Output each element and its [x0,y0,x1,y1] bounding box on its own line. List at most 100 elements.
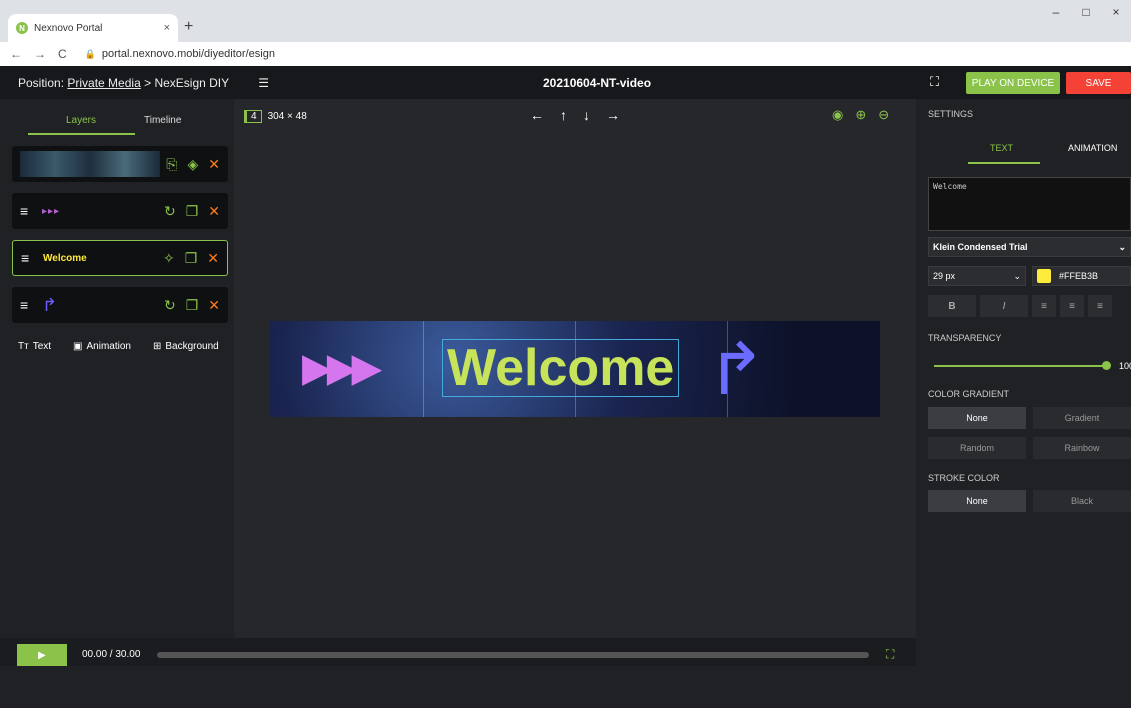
breadcrumb-link-private-media[interactable]: Private Media [67,76,140,90]
delete-icon[interactable]: ✕ [208,156,220,173]
settings-panel: SETTINGS TEXT ANIMATION Welcome Klein Co… [916,99,1131,666]
add-background-button[interactable]: ⊞ Background [153,341,219,352]
text-color-picker[interactable]: #FFEB3B [1032,266,1131,286]
add-animation-button[interactable]: ▣ Animation [73,341,131,352]
tab-layers[interactable]: Layers [66,115,96,126]
fullscreen-icon[interactable]: ⛶ [930,74,939,90]
duplicate-icon[interactable]: ❐ [186,297,199,314]
url-field[interactable]: 🔒 portal.nexnovo.mobi/diyeditor/esign [85,48,275,60]
align-left-icon[interactable]: ≡ [1032,295,1056,317]
tab-text[interactable]: TEXT [990,143,1013,153]
tab-animation[interactable]: ANIMATION [1068,143,1117,153]
duplicate-icon[interactable]: ❐ [186,203,199,220]
nudge-controls: ← ↑ ↓ → [530,107,620,123]
timeline-scrubber[interactable] [157,652,869,658]
hide-eye-icon[interactable]: ◉ [832,107,843,123]
slider-handle[interactable] [1102,361,1111,370]
color-hex: #FFEB3B [1059,271,1099,281]
stroke-option-black[interactable]: Black [1033,490,1131,512]
animation-icon: ▣ [73,341,83,352]
app-topbar: Position: Private Media > NexEsign DIY ☰… [0,66,1131,99]
fit-screen-icon[interactable]: ⛶ [886,647,894,662]
layers-tabs: Layers Timeline [14,99,234,137]
canvas-animation-arrows[interactable]: ▶▶▶ [302,345,382,391]
layer-animation[interactable]: ≡ ▸▸▸ ↻ ❐ ✕ [12,193,228,229]
color-gradient-label: COLOR GRADIENT [928,389,1010,399]
add-background-label: Background [165,341,219,352]
gradient-option-rainbow[interactable]: Rainbow [1033,437,1131,459]
move-left-icon[interactable]: ← [530,107,544,123]
browser-tab-strip: N Nexnovo Portal × + – □ × [0,0,1131,42]
transparency-slider[interactable] [934,365,1104,367]
back-button[interactable]: ← [10,47,22,61]
move-down-icon[interactable]: ↓ [583,107,590,123]
tab-close-icon[interactable]: × [164,22,170,34]
zoom-out-icon[interactable]: ⊖ [878,107,889,123]
layer-actions: ↻ ❐ ✕ [164,297,220,314]
add-animation-label: Animation [86,341,131,352]
tab-timeline[interactable]: Timeline [144,115,181,126]
align-right-icon[interactable]: ≡ [1088,295,1112,317]
breadcrumb-separator: > [144,76,152,90]
font-select[interactable]: Klein Condensed Trial ⌄ [928,237,1131,257]
new-tab-button[interactable]: + [184,18,193,36]
zoom-in-icon[interactable]: ⊕ [855,107,866,123]
fill-drop-icon[interactable]: ◈ [187,156,198,173]
canvas-turn-arrow-icon[interactable]: ↱ [706,327,766,411]
gradient-option-gradient[interactable]: Gradient [1033,407,1131,429]
view-controls: ◉ ⊕ ⊖ [832,107,889,123]
transparency-value: 100 [1119,361,1131,371]
position-label: Position: [18,76,65,90]
move-right-icon[interactable]: → [606,107,620,123]
maximize-button[interactable]: □ [1071,0,1101,30]
font-size-select[interactable]: 29 px ⌄ [928,266,1026,286]
drag-handle-icon[interactable]: ≡ [21,250,39,266]
url-text: portal.nexnovo.mobi/diyeditor/esign [101,48,275,60]
magic-wand-icon[interactable]: ✧ [163,250,175,267]
gradient-option-random[interactable]: Random [928,437,1026,459]
gradient-option-none[interactable]: None [928,407,1026,429]
play-button[interactable]: ▶ [17,644,67,666]
settings-header: SETTINGS [928,109,974,119]
format-toolbar: B I ≡ ≡ ≡ [928,295,1112,317]
animation-settings-icon[interactable]: ↻ [164,203,176,220]
save-button[interactable]: SAVE [1066,72,1131,94]
stroke-option-none[interactable]: None [928,490,1026,512]
layer-label: ↱ [42,294,58,315]
sign-preview-canvas[interactable]: ▶▶▶ Welcome ↱ [270,321,880,417]
play-on-device-button[interactable]: PLAY ON DEVICE [966,72,1060,94]
layer-background[interactable]: ⎘ ◈ ✕ [12,146,228,182]
layer-label: Welcome [43,252,87,264]
settings-tabs: TEXT ANIMATION [928,137,1131,165]
minimize-button[interactable]: – [1041,0,1071,30]
canvas-text-welcome[interactable]: Welcome [442,339,680,397]
bold-button[interactable]: B [928,295,976,317]
forward-button[interactable]: → [34,47,46,61]
move-up-icon[interactable]: ↑ [560,107,567,123]
add-text-button[interactable]: Tт Text [18,341,51,352]
layer-image[interactable]: ≡ ↱ ↻ ❐ ✕ [12,287,228,323]
text-input[interactable]: Welcome [928,177,1131,231]
breadcrumb-current: NexEsign DIY [154,76,229,90]
duplicate-icon[interactable]: ❐ [185,250,198,267]
close-window-button[interactable]: × [1101,0,1131,30]
layers-panel: Layers Timeline ⎘ ◈ ✕ ≡ ▸▸▸ ↻ ❐ ✕ ≡ Welc… [0,99,234,666]
layer-text-selected[interactable]: ≡ Welcome ✧ ❐ ✕ [12,240,228,276]
video-title: 20210604-NT-video [543,76,652,90]
align-center-icon[interactable]: ≡ [1060,295,1084,317]
delete-icon[interactable]: ✕ [208,203,220,220]
collapse-panel-icon[interactable]: ☰ [258,76,269,90]
delete-icon[interactable]: ✕ [208,297,220,314]
delete-icon[interactable]: ✕ [207,250,219,267]
browser-tab[interactable]: N Nexnovo Portal × [8,14,178,42]
italic-button[interactable]: I [980,295,1028,317]
color-swatch [1037,269,1051,283]
reload-button[interactable]: C [58,47,67,61]
nexnovo-favicon-icon: N [16,22,28,34]
drag-handle-icon[interactable]: ≡ [20,297,38,313]
replace-icon[interactable]: ⎘ [166,156,177,173]
layer-label: ▸▸▸ [42,205,61,217]
animation-settings-icon[interactable]: ↻ [164,297,176,314]
drag-handle-icon[interactable]: ≡ [20,203,38,219]
text-icon: Tт [18,341,29,352]
